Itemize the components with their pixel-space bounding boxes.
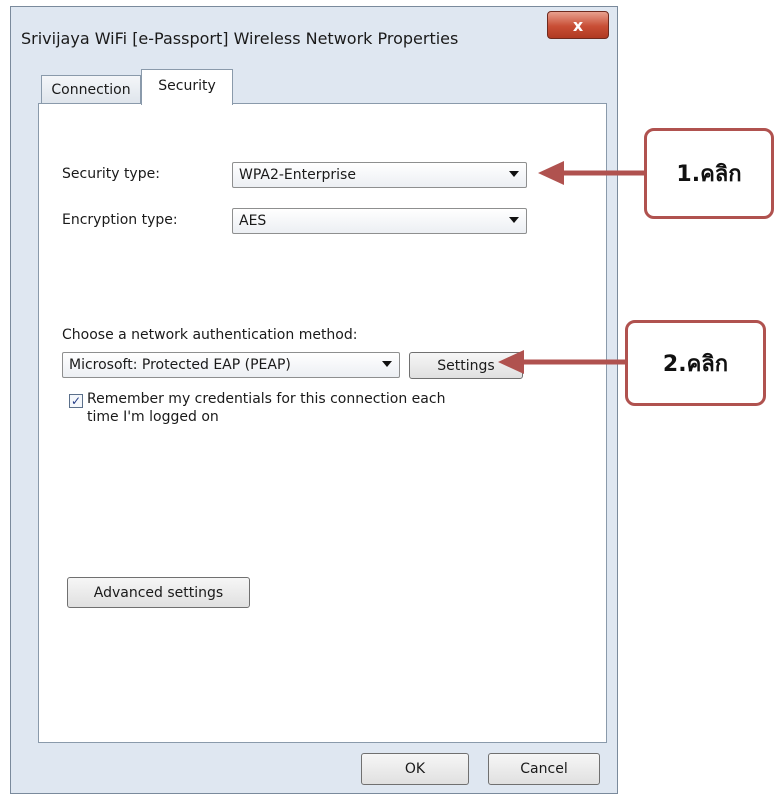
arrow-step1 <box>538 161 645 185</box>
step2-callout: 2.คลิก <box>625 320 766 406</box>
step1-callout: 1.คลิก <box>644 128 774 219</box>
tab-security[interactable]: Security <box>141 69 233 105</box>
arrow-step2 <box>498 350 625 374</box>
